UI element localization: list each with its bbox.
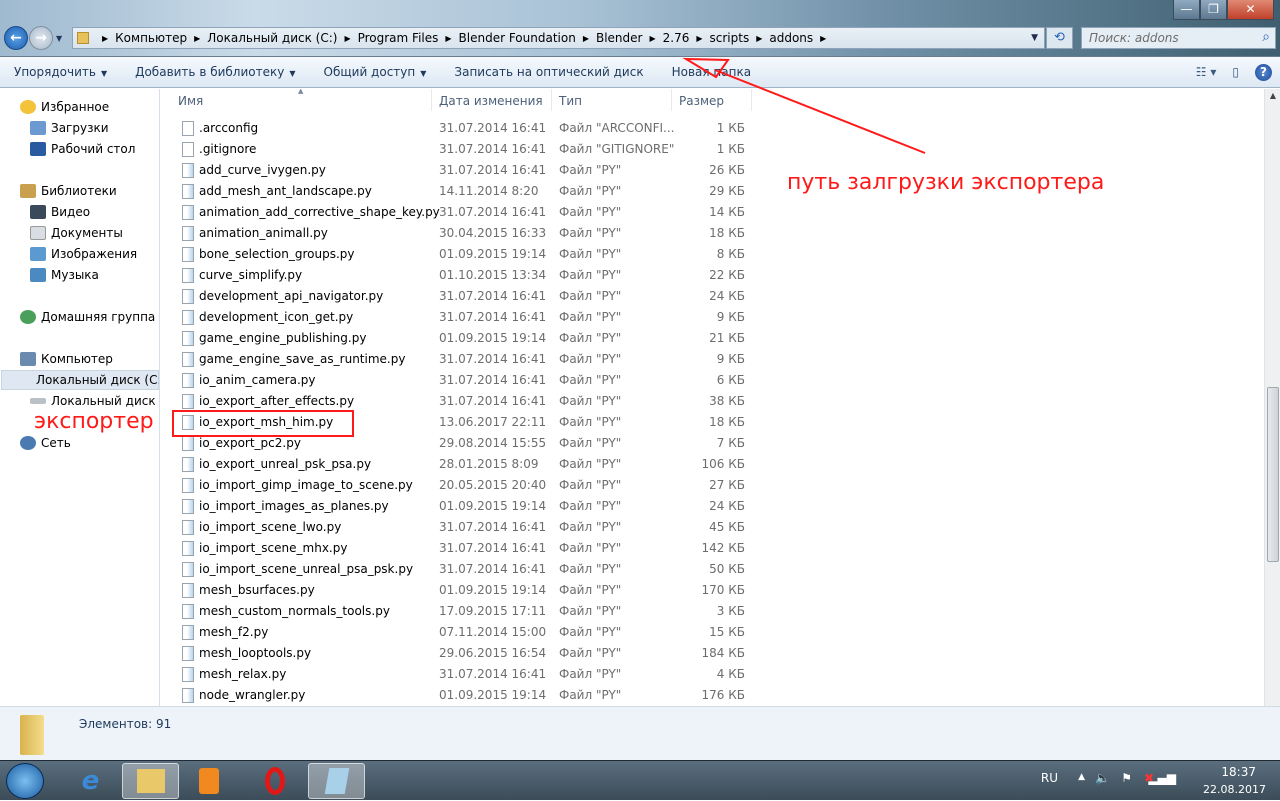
annotation-highlight-box: [172, 410, 354, 437]
annotation-arrow: [682, 57, 926, 154]
annotation-exporter-note: экспортер: [34, 409, 154, 434]
annotation-path-note: путь залгрузки экспортера: [787, 170, 1105, 195]
